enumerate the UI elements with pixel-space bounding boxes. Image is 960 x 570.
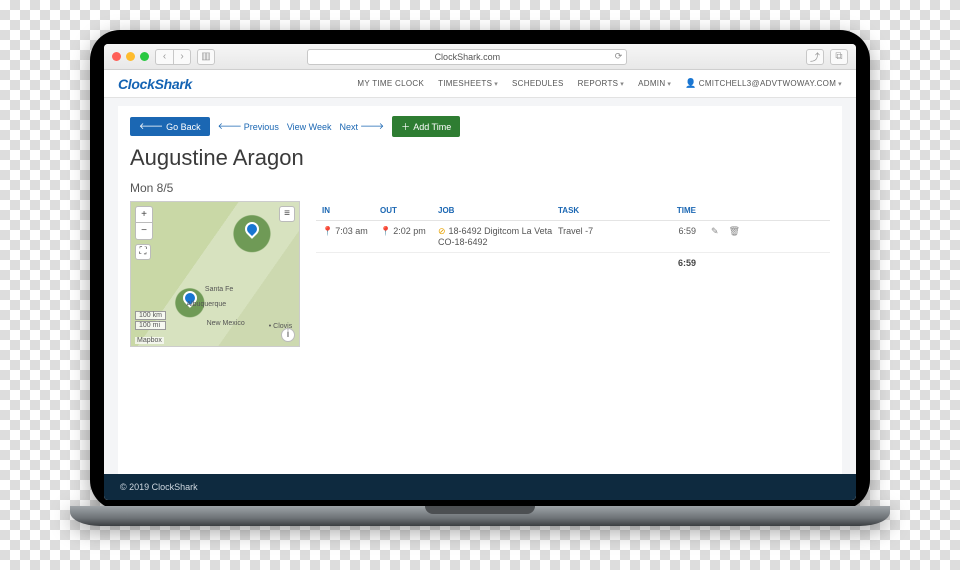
zoom-out-button[interactable]: −	[136, 223, 152, 239]
arrow-right-icon: 🡒	[360, 121, 384, 132]
nav-admin[interactable]: ADMIN	[638, 78, 671, 89]
reload-icon[interactable]: ⟳	[615, 51, 623, 62]
map-attribution: Mapbox	[135, 337, 164, 344]
map-city-label: • Clovis	[269, 323, 292, 330]
total-time: 6:59	[648, 258, 696, 268]
nav-timesheets[interactable]: TIMESHEETS	[438, 78, 498, 89]
laptop-frame: ‹ › ▥ ClockShark.com ⟳ ⤴ ⧉ ClockShark	[70, 30, 890, 540]
logo[interactable]: ClockShark	[118, 76, 192, 92]
col-task: TASK	[558, 206, 648, 215]
table-row: 📍7:03 am 📍2:02 pm ⊘18-6492 Digitcom La V…	[316, 221, 830, 253]
previous-link[interactable]: 🡐 Previous	[218, 121, 279, 132]
location-pin-icon: 📍	[380, 226, 391, 236]
map[interactable]: + − ⛶ ≡ i 100 km 100 mi Mapbox	[130, 201, 300, 347]
map-scale-km: 100 km	[135, 311, 166, 320]
zoom-in-button[interactable]: +	[136, 207, 152, 223]
map-city-label: New Mexico	[207, 320, 245, 327]
address-bar[interactable]: ClockShark.com ⟳	[307, 49, 627, 65]
nav-user-label: CMITCHELL3@ADVTWOWAY.COM	[699, 79, 836, 88]
cell-job: ⊘18-6492 Digitcom La Veta CO-18-6492	[438, 226, 558, 247]
content-card: 🡐 Go Back 🡐 Previous View Week Next 🡒	[118, 106, 842, 474]
map-pin-icon[interactable]	[242, 219, 262, 239]
toolbar: 🡐 Go Back 🡐 Previous View Week Next 🡒	[130, 116, 830, 137]
cell-in: 📍7:03 am	[322, 226, 380, 237]
cell-task: Travel -7	[558, 226, 648, 236]
col-job: JOB	[438, 206, 558, 215]
traffic-lights	[112, 52, 149, 61]
view-week-link[interactable]: View Week	[287, 122, 332, 132]
nav-schedules[interactable]: SCHEDULES	[512, 78, 564, 89]
sidebar-toggle-icon[interactable]: ▥	[197, 49, 215, 65]
col-time: TIME	[648, 206, 696, 215]
page-footer: © 2019 ClockShark	[104, 474, 856, 500]
nav-my-time-clock[interactable]: MY TIME CLOCK	[357, 78, 424, 89]
address-bar-url: ClockShark.com	[435, 52, 501, 62]
col-out: OUT	[380, 206, 438, 215]
day-label: Mon 8/5	[130, 181, 830, 195]
cell-out: 📍2:02 pm	[380, 226, 438, 237]
minimize-window-icon[interactable]	[126, 52, 135, 61]
add-time-label: Add Time	[413, 122, 451, 132]
go-back-label: Go Back	[166, 122, 201, 132]
browser-back-button[interactable]: ‹	[155, 49, 173, 65]
go-back-button[interactable]: 🡐 Go Back	[130, 117, 210, 136]
browser-forward-button[interactable]: ›	[173, 49, 191, 65]
next-link[interactable]: Next 🡒	[340, 121, 385, 132]
map-info-button[interactable]: i	[281, 328, 295, 342]
laptop-notch	[425, 506, 535, 514]
add-time-button[interactable]: ＋ Add Time	[392, 116, 460, 137]
top-nav: ClockShark MY TIME CLOCK TIMESHEETS SCHE…	[104, 70, 856, 98]
close-window-icon[interactable]	[112, 52, 121, 61]
page-title: Augustine Aragon	[130, 145, 830, 171]
location-pin-icon: 📍	[322, 226, 333, 236]
arrow-left-icon: 🡐	[218, 121, 242, 132]
warning-icon: ⊘	[438, 226, 446, 236]
map-city-label: Albuquerque	[186, 301, 226, 308]
plus-icon: ＋	[401, 120, 410, 133]
delete-icon[interactable]: 🗑	[729, 226, 740, 237]
share-icon[interactable]: ⤴	[806, 49, 824, 65]
nav-reports[interactable]: REPORTS	[578, 78, 624, 89]
nav-back-forward: ‹ ›	[155, 49, 191, 65]
user-icon: 👤	[685, 78, 697, 89]
map-scale: 100 km 100 mi	[135, 310, 166, 330]
map-fullscreen-button[interactable]: ⛶	[135, 244, 151, 260]
edit-icon[interactable]: ✎	[711, 226, 719, 237]
arrow-left-icon: 🡐	[139, 121, 163, 132]
map-layers-button[interactable]: ≡	[279, 206, 295, 222]
time-entries-table: IN OUT JOB TASK TIME 📍7:03 am	[316, 201, 830, 273]
cell-time: 6:59	[648, 226, 696, 236]
maximize-window-icon[interactable]	[140, 52, 149, 61]
map-zoom-control: + −	[135, 206, 153, 240]
browser-chrome: ‹ › ▥ ClockShark.com ⟳ ⤴ ⧉	[104, 44, 856, 70]
tabs-icon[interactable]: ⧉	[830, 49, 848, 65]
map-scale-mi: 100 mi	[135, 321, 166, 330]
map-city-label: Santa Fe	[205, 286, 233, 293]
nav-user-menu[interactable]: 👤 CMITCHELL3@ADVTWOWAY.COM	[685, 78, 842, 89]
col-in: IN	[322, 206, 380, 215]
